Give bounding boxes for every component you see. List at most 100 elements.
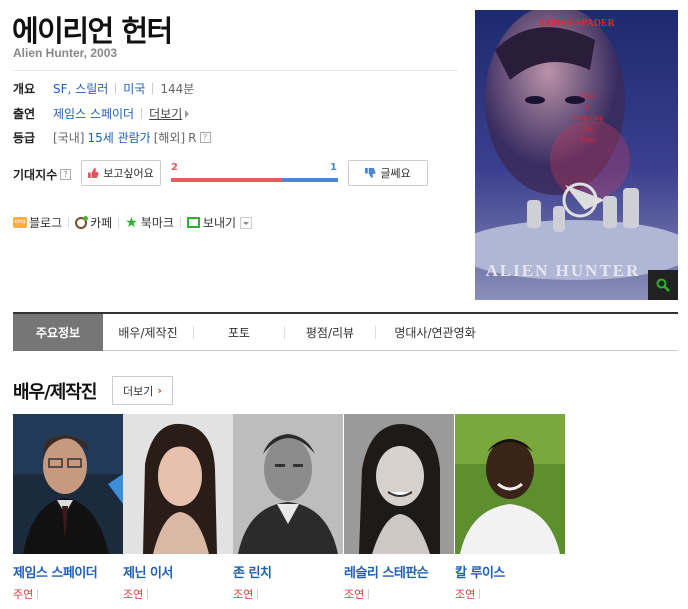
- cast-role: 조연: [344, 586, 454, 602]
- tab-main-info[interactable]: 주요정보: [13, 313, 103, 351]
- want-label: 보고싶어요: [103, 167, 154, 180]
- want-to-see-button[interactable]: 보고싶어요: [81, 160, 161, 186]
- cast-more-link[interactable]: 더보기: [149, 105, 182, 122]
- cast-name[interactable]: 레슬리 스테판슨: [344, 562, 454, 581]
- movie-poster[interactable]: JAMES SPADER There is Something Out Ther…: [475, 10, 678, 300]
- cast-row: 출연 제임스 스페이더 더보기: [13, 105, 190, 122]
- domestic-prefix: [국내]: [53, 131, 85, 145]
- cast-role-label: 조연: [233, 588, 254, 601]
- thumbs-down-icon: [365, 168, 376, 178]
- movie-title: 에이리언 헌터: [12, 14, 173, 48]
- want-bar: [171, 178, 282, 182]
- runtime: 144분: [160, 82, 195, 96]
- overseas-prefix: [해외]: [153, 131, 186, 145]
- separator: [68, 217, 70, 228]
- more-label: 더보기: [123, 384, 154, 398]
- cast-role-label: 조연: [455, 588, 476, 601]
- portrait-man-glasses-icon[interactable]: [13, 414, 123, 554]
- portrait-woman-smiling-icon[interactable]: [344, 414, 454, 554]
- meh-bar: [282, 178, 338, 182]
- cast-label: 출연: [13, 107, 36, 121]
- meh-button[interactable]: 글쎄요: [348, 160, 428, 186]
- separator: [257, 589, 259, 599]
- tab-photo[interactable]: 포토: [194, 314, 284, 351]
- cafe-icon: [75, 215, 89, 229]
- tab-quotes-related[interactable]: 명대사/연관영화: [376, 314, 494, 351]
- cast-card[interactable]: 레슬리 스테판슨 조연: [344, 414, 454, 602]
- portrait-woman-brunette-icon[interactable]: [123, 414, 233, 554]
- actor-link[interactable]: 제임스 스페이더: [53, 105, 134, 122]
- blog-share[interactable]: blog 블로그: [13, 214, 62, 231]
- cast-card[interactable]: 제닌 이서 조연: [123, 414, 233, 602]
- separator: [147, 589, 149, 599]
- cast-role: 조연: [455, 586, 565, 602]
- send-icon: [186, 217, 200, 228]
- cast-name[interactable]: 제임스 스페이더: [13, 562, 123, 581]
- rating-label: 등급: [13, 131, 36, 145]
- meh-label: 글쎄요: [380, 167, 411, 180]
- portrait-man-bw-icon[interactable]: [233, 414, 343, 554]
- blog-icon: blog: [13, 217, 27, 228]
- domestic-rating[interactable]: 15세 관람가: [87, 129, 150, 146]
- chevron-down-icon[interactable]: [240, 216, 253, 229]
- divider: [13, 70, 458, 71]
- poster-tagline-line: is: [586, 103, 591, 111]
- separator: [179, 217, 181, 228]
- separator: [37, 589, 39, 599]
- cast-role-label: 주연: [13, 588, 34, 601]
- tab-bar: 주요정보 배우/제작진 포토 평점/리뷰 명대사/연관영화: [13, 312, 678, 351]
- tab-reviews[interactable]: 평점/리뷰: [285, 314, 375, 351]
- poster-tagline-line: There: [580, 136, 596, 144]
- cast-role: 주연: [13, 586, 123, 602]
- poster-tagline-line: Something: [573, 114, 604, 122]
- help-icon[interactable]: ?: [60, 169, 72, 180]
- help-icon[interactable]: ?: [199, 132, 211, 143]
- blog-label: 블로그: [29, 216, 63, 230]
- cafe-label: 카페: [90, 216, 113, 230]
- tab-cast-crew[interactable]: 배우/제작진: [103, 314, 193, 351]
- overseas-rating: R: [188, 130, 197, 145]
- rating-row: 등급 [국내] 15세 관람가 [해외] R ?: [13, 129, 211, 146]
- overview-row: 개요 SF, 스릴러 미국 144분: [13, 80, 194, 97]
- search-icon: [656, 278, 670, 292]
- cast-card[interactable]: 칼 루이스 조연: [455, 414, 565, 602]
- separator: [118, 217, 120, 228]
- star-icon: ★: [125, 214, 138, 231]
- send-share[interactable]: 보내기: [186, 214, 253, 231]
- poster-bottom-text: ALIEN HUNTER: [486, 261, 641, 280]
- cast-role-label: 조연: [344, 588, 365, 601]
- genre-link[interactable]: SF, 스릴러: [53, 80, 108, 97]
- poster-zoom-button[interactable]: [648, 270, 678, 300]
- anticipation-label-row: 기대지수 ?: [13, 166, 72, 183]
- chevron-right-icon: ›: [157, 384, 162, 397]
- cast-more-button[interactable]: 더보기 ›: [112, 376, 173, 405]
- cast-name[interactable]: 칼 루이스: [455, 562, 565, 581]
- thumbs-up-icon: [88, 168, 99, 178]
- separator: [141, 108, 143, 119]
- bookmark-share[interactable]: ★ 북마크: [125, 214, 174, 231]
- cast-role: 조연: [233, 586, 343, 602]
- separator: [115, 83, 117, 94]
- cast-section-title: 배우/제작진: [13, 382, 97, 403]
- poster-tagline-line: Out: [583, 125, 594, 133]
- movie-subtitle: Alien Hunter, 2003: [13, 46, 118, 60]
- cast-name[interactable]: 제닌 이서: [123, 562, 233, 581]
- meh-count: 1: [330, 162, 337, 173]
- country-link[interactable]: 미국: [123, 80, 145, 97]
- cast-card[interactable]: 제임스 스페이더 주연: [13, 414, 123, 602]
- want-count: 2: [171, 162, 178, 173]
- poster-tagline-line: There: [580, 92, 596, 100]
- poster-image: JAMES SPADER There is Something Out Ther…: [475, 10, 678, 300]
- cafe-share[interactable]: 카페: [75, 214, 112, 231]
- separator: [368, 589, 370, 599]
- cast-role-label: 조연: [123, 588, 144, 601]
- overview-label: 개요: [13, 82, 36, 96]
- share-bar: blog 블로그 카페 ★ 북마크 보내기: [13, 214, 258, 231]
- cast-role: 조연: [123, 586, 233, 602]
- cast-card[interactable]: 존 린치 조연: [233, 414, 343, 602]
- portrait-man-smiling-icon[interactable]: [455, 414, 565, 554]
- caret-right-icon: [185, 109, 190, 118]
- cast-name[interactable]: 존 린치: [233, 562, 343, 581]
- send-label: 보내기: [202, 216, 237, 230]
- separator: [479, 589, 481, 599]
